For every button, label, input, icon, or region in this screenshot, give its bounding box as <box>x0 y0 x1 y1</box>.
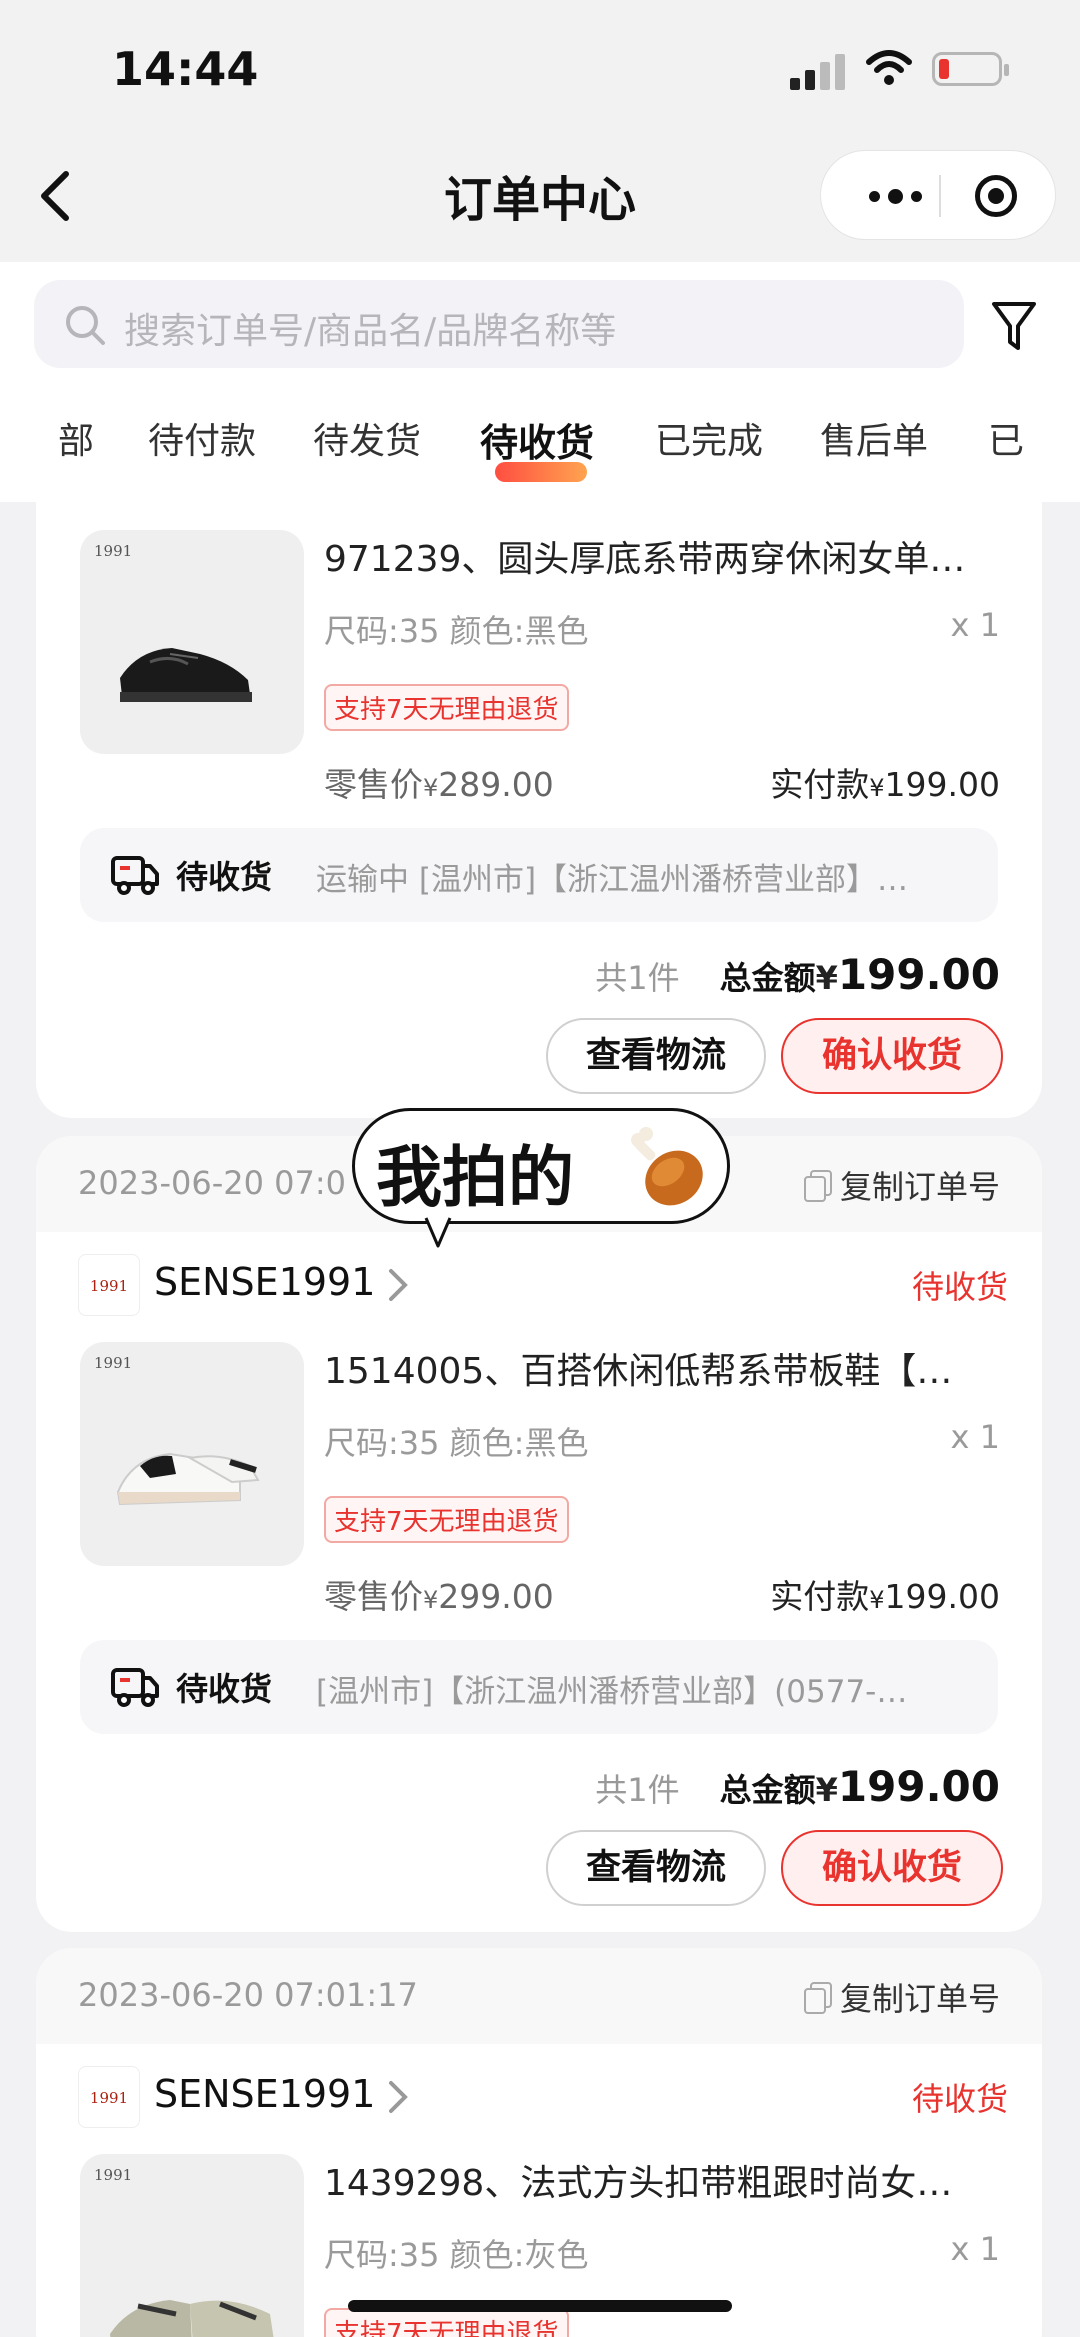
product-qty: x 1 <box>950 1418 1000 1456</box>
truck-icon <box>111 856 159 895</box>
tab-pending-payment[interactable]: 待付款 <box>148 412 256 464</box>
logistics-text: [温州市]【浙江温州潘桥营业部】(0577-… <box>316 1674 908 1710</box>
confirm-receipt-button[interactable]: 确认收货 <box>781 1018 1003 1094</box>
logistics-status: 待收货 <box>176 1670 273 1708</box>
signal-icon <box>790 52 846 90</box>
shop-logo: 1991 <box>78 2066 140 2128</box>
return-policy-badge: 支持7天无理由退货 <box>324 2308 569 2337</box>
retail-price: 零售价¥299.00 <box>324 1577 554 1616</box>
chevron-right-icon <box>389 2081 408 2113</box>
return-policy-badge: 支持7天无理由退货 <box>324 1496 569 1543</box>
order-summary: 共1件 总金额¥199.00 <box>595 950 1000 999</box>
paid-price: 实付款¥199.00 <box>770 765 1000 804</box>
order-status: 待收货 <box>911 2080 1008 2118</box>
filter-icon[interactable] <box>990 300 1038 354</box>
target-icon[interactable] <box>975 175 1017 217</box>
tab-pending-receipt[interactable]: 待收货 <box>480 412 594 467</box>
tab-after-sales[interactable]: 售后单 <box>820 412 928 464</box>
product-image[interactable]: 1991 <box>80 530 304 754</box>
product-title[interactable]: 971239、圆头厚底系带两穿休闲女单… <box>324 530 1014 582</box>
product-qty: x 1 <box>950 2230 1000 2268</box>
sticker-text: 我拍的 <box>376 1139 574 1216</box>
tab-all[interactable]: 部 <box>58 412 94 464</box>
shop-name: SENSE1991 <box>154 2072 376 2116</box>
logistics-row[interactable]: 待收货 [温州市]【浙江温州潘桥营业部】(0577-… <box>80 1640 998 1734</box>
search-input[interactable]: 搜索订单号/商品名/品牌名称等 <box>34 280 964 368</box>
return-policy-badge: 支持7天无理由退货 <box>324 684 569 731</box>
retail-price: 零售价¥289.00 <box>324 765 554 804</box>
shop-name: SENSE1991 <box>154 1260 376 1304</box>
product-spec: 尺码:35 颜色:黑色 <box>324 1424 589 1462</box>
shop-row[interactable]: 1991 SENSE1991 待收货 <box>78 1254 1008 1318</box>
battery-icon <box>932 52 1009 86</box>
wifi-icon <box>866 50 912 85</box>
product-spec: 尺码:35 颜色:灰色 <box>324 2236 589 2274</box>
paid-price: 实付款¥199.00 <box>770 1577 1000 1616</box>
order-card: 2023-06-20 07:01:17 复制订单号 1991 SENSE1991… <box>36 1948 1042 2337</box>
copy-order-number-button[interactable]: 复制订单号 <box>803 1162 1000 1208</box>
white-sneaker-image <box>116 1452 260 1506</box>
product-spec: 尺码:35 颜色:黑色 <box>324 612 589 650</box>
capsule-divider <box>939 175 941 217</box>
copy-order-number-button[interactable]: 复制订单号 <box>803 1974 1000 2020</box>
product-qty: x 1 <box>950 606 1000 644</box>
order-card: 2023-06-20 07:0 复制订单号 1991 SENSE1991 待收货… <box>36 1136 1042 1932</box>
status-tabs: 部 待付款 待发货 待收货 已完成 售后单 已 <box>0 412 1080 492</box>
truck-icon <box>111 1668 159 1707</box>
chevron-right-icon <box>389 1269 408 1301</box>
shop-logo: 1991 <box>78 1254 140 1316</box>
home-indicator <box>348 2300 732 2312</box>
order-summary: 共1件 总金额¥199.00 <box>595 1762 1000 1811</box>
tab-pending-shipment[interactable]: 待发货 <box>313 412 421 464</box>
drumstick-icon <box>631 1127 703 1206</box>
sticker-overlay: 我拍的 <box>352 1108 730 1248</box>
logistics-row[interactable]: 待收货 运输中 [温州市]【浙江温州潘桥营业部】… <box>80 828 998 922</box>
order-time: 2023-06-20 07:01:17 <box>78 1976 418 2014</box>
search-area: 搜索订单号/商品名/品牌名称等 部 待付款 待发货 待收货 已完成 售后单 已 <box>0 262 1080 502</box>
search-placeholder: 搜索订单号/商品名/品牌名称等 <box>124 311 617 352</box>
black-shoe-image <box>120 648 252 702</box>
tab-more[interactable]: 已 <box>988 412 1024 464</box>
nav-bar: 订单中心 <box>0 130 1080 262</box>
track-logistics-button[interactable]: 查看物流 <box>546 1830 766 1906</box>
status-bar: 14:44 <box>0 0 1080 130</box>
mini-program-capsule <box>820 150 1056 240</box>
copy-icon <box>803 1982 832 2014</box>
search-icon <box>66 306 105 345</box>
copy-icon <box>803 1170 832 1202</box>
status-time: 14:44 <box>112 42 259 96</box>
confirm-receipt-button[interactable]: 确认收货 <box>781 1830 1003 1906</box>
product-image[interactable]: 1991 <box>80 2154 304 2337</box>
product-title[interactable]: 1514005、百搭休闲低帮系带板鞋【… <box>324 1342 1014 1394</box>
order-header: 2023-06-20 07:01:17 复制订单号 <box>36 1948 1042 2044</box>
product-image[interactable]: 1991 <box>80 1342 304 1566</box>
track-logistics-button[interactable]: 查看物流 <box>546 1018 766 1094</box>
more-icon[interactable] <box>855 179 935 213</box>
order-status: 待收货 <box>911 1268 1008 1306</box>
tab-completed[interactable]: 已完成 <box>655 412 763 464</box>
logistics-text: 运输中 [温州市]【浙江温州潘桥营业部】… <box>316 862 909 898</box>
grey-heel-image <box>110 2300 274 2337</box>
shop-row[interactable]: 1991 SENSE1991 待收货 <box>78 2066 1008 2130</box>
logistics-status: 待收货 <box>176 858 273 896</box>
order-card: 1991 971239、圆头厚底系带两穿休闲女单… 尺码:35 颜色:黑色 x … <box>36 502 1042 1118</box>
product-title[interactable]: 1439298、法式方头扣带粗跟时尚女… <box>324 2154 1014 2206</box>
order-time: 2023-06-20 07:0 <box>78 1164 346 1202</box>
